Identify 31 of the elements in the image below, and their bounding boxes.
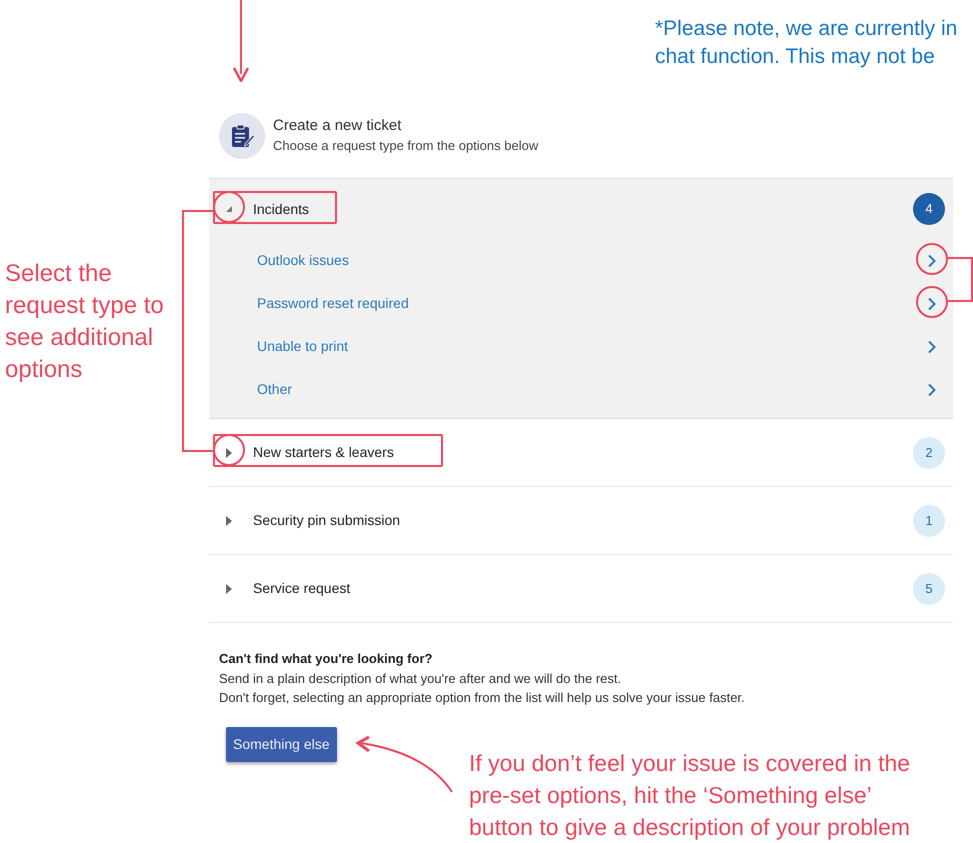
caret-down-icon — [225, 205, 233, 213]
chevron-right-icon — [927, 340, 937, 354]
count-badge: 1 — [913, 504, 945, 536]
category-label[interactable]: Service request — [253, 578, 350, 599]
request-type-link[interactable]: Unable to print — [257, 336, 348, 357]
note-text: *Please note, we are currently in chat function. This may not be — [655, 16, 958, 70]
chevron-right-icon — [927, 254, 937, 268]
page-subtitle: Choose a request type from the options below — [273, 137, 538, 155]
caret-right-icon — [225, 584, 233, 594]
count-badge: 4 — [913, 193, 945, 225]
page-title: Create a new ticket — [273, 116, 402, 136]
category-label[interactable]: New starters & leavers — [253, 442, 394, 463]
caret-right-icon — [225, 516, 233, 526]
category-label[interactable]: Incidents — [253, 198, 310, 220]
something-else-button[interactable]: Something else — [226, 727, 337, 762]
annotation-text: Select the request type to see additional options — [5, 259, 164, 385]
help-text: Send in a plain description of what you're after and we will do the rest. — [219, 670, 622, 688]
bracket-line — [948, 257, 973, 302]
chevron-right-icon — [927, 382, 937, 396]
chevron-right-icon — [927, 296, 937, 310]
category-label[interactable]: Security pin submission — [253, 510, 400, 531]
count-badge: 5 — [913, 572, 945, 604]
annotation-text: If you don’t feel your issue is covered in the pre-set options, hit the ‘Something else’ button to give a description of your problem — [469, 749, 910, 842]
request-type-link[interactable]: Other — [257, 379, 292, 400]
caret-right-icon — [225, 448, 233, 458]
help-text: Don't forget, selecting an appropriate option from the list will help us solve your issue faster. — [219, 689, 746, 707]
help-title: Can't find what you're looking for? — [219, 650, 434, 668]
count-badge: 2 — [913, 436, 945, 468]
request-type-link[interactable]: Password reset required — [257, 293, 409, 314]
ticket-icon — [219, 113, 265, 159]
request-type-link[interactable]: Outlook issues — [257, 250, 349, 271]
